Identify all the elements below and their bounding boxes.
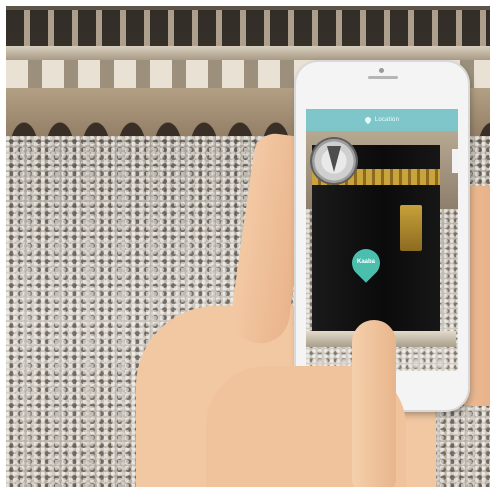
location-pin-icon <box>363 115 373 125</box>
side-menu-tab[interactable] <box>452 149 458 173</box>
front-camera <box>379 68 384 73</box>
compass-icon[interactable] <box>312 139 356 183</box>
background-upper-arches <box>6 10 490 46</box>
app-header: Location <box>306 109 458 131</box>
earpiece-speaker <box>368 76 398 79</box>
index-finger <box>352 320 396 487</box>
compass-needle <box>327 146 341 172</box>
background-ledge <box>6 46 490 60</box>
kaaba-door <box>400 205 422 251</box>
marker-label: Kaaba <box>356 259 375 265</box>
photo-scene: Location Kaaba <box>6 6 490 487</box>
app-header-title: Location <box>374 117 400 123</box>
